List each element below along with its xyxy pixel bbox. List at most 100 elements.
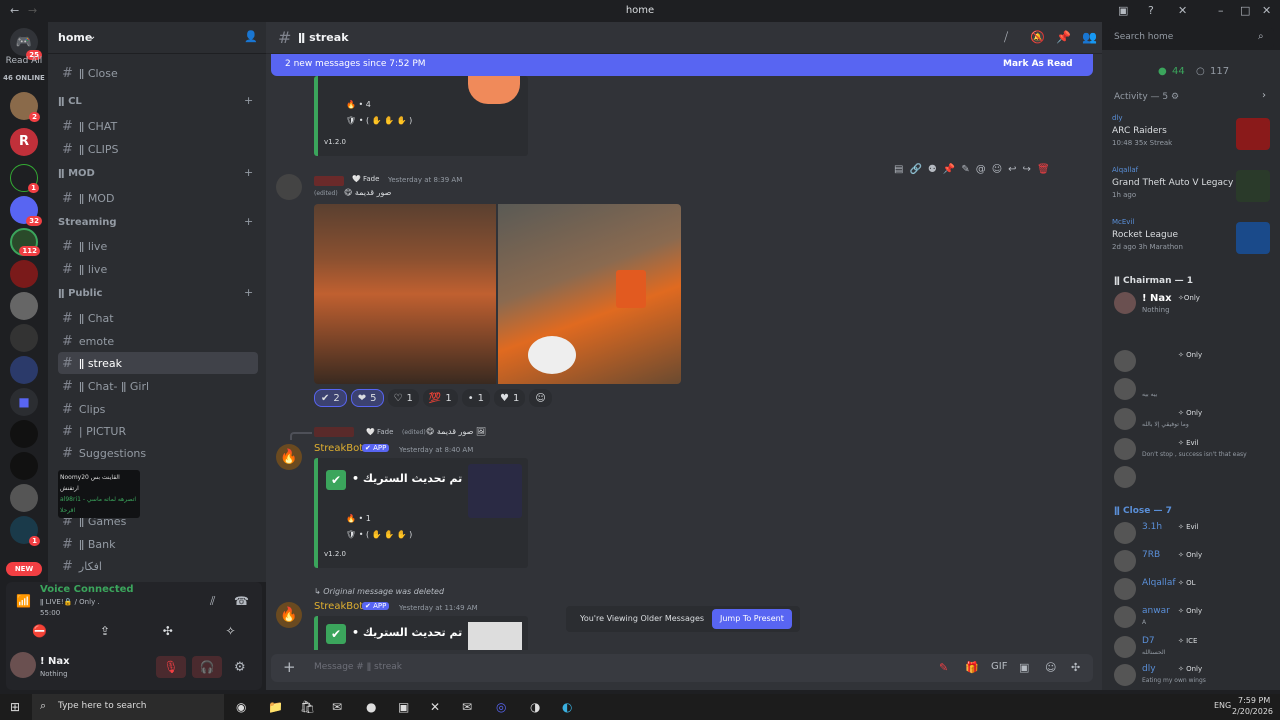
server-icon[interactable] [10,260,38,288]
noise-suppression-icon[interactable]: ⫽ [210,594,215,609]
mark-read-button[interactable]: Mark As Read [1003,59,1073,69]
server-icon[interactable]: R [10,128,38,156]
attachment-image[interactable] [498,204,681,384]
member-row[interactable]: D7 ✧ ICE الحسنالله [1112,634,1274,660]
server-icon[interactable]: 112 [10,228,40,256]
replied-author[interactable] [314,427,354,437]
attachment-image[interactable] [314,204,496,384]
sticker-icon[interactable]: ▣ [1019,661,1029,674]
link-icon[interactable]: 🔗 [909,164,921,182]
search-box[interactable]: Search home ⌕ [1108,28,1274,48]
avatar[interactable] [10,652,36,678]
category-label[interactable]: Streaming [58,217,258,228]
reaction[interactable]: ✔ 2 [314,389,347,407]
tools-icon[interactable]: ✕ [1178,4,1187,17]
discord-icon[interactable]: ◎ [496,700,506,714]
server-header[interactable]: home ⌄ 👤 [48,22,266,54]
gif-icon[interactable]: GIF [991,661,1007,672]
member-row[interactable]: بيه بيه [1112,376,1274,402]
pin-icon[interactable]: 📌 [943,164,955,182]
server-icon[interactable]: 2 [10,92,40,122]
server-icon[interactable] [10,356,38,384]
reaction[interactable]: 💯 1 [422,389,458,407]
app-icon[interactable]: ▣ [398,700,409,714]
reaction[interactable]: • 1 [461,389,490,407]
bot-name[interactable]: StreakBot [314,443,363,454]
direct-messages-icon[interactable]: 🎮 25 [10,28,42,60]
category-label[interactable]: ǁ CL [58,96,258,107]
clock-date[interactable]: 2/20/2026 [1232,707,1273,716]
member-list-icon[interactable]: 👥 [1082,30,1097,44]
member-row[interactable]: 3.1h ✧ Evil [1112,520,1274,546]
add-attachment-icon[interactable]: + [283,658,296,676]
server-icon[interactable] [10,452,38,480]
apps-icon[interactable]: ✣ [1071,661,1080,674]
member-row[interactable]: ✧ Evil Don't stop , success isn't that ea… [1112,436,1274,462]
help-icon[interactable]: ? [1148,4,1154,17]
folder-icon[interactable]: ■ [10,388,38,416]
disconnect-icon[interactable]: ☎ [234,594,249,608]
add-channel-icon[interactable]: + [244,286,253,299]
clock-time[interactable]: 7:59 PM [1238,696,1270,705]
channel-item[interactable]: # ǁ CLIPS [58,138,258,160]
voice-status[interactable]: Voice Connected [40,584,134,595]
add-member-icon[interactable]: 👤 [244,30,258,43]
jump-to-present-button[interactable]: Jump To Present [712,609,792,629]
app-icon[interactable]: ● [366,700,376,714]
member-row[interactable]: ✧ Only وما توفيقي إلا بالله [1112,406,1274,432]
language-indicator[interactable]: ENG [1214,701,1231,710]
reaction[interactable]: ❤ 5 [350,389,384,407]
channel-item[interactable]: # ǁ Chat [58,307,258,329]
server-icon[interactable]: 32 [10,196,42,226]
reply-icon[interactable]: ↩ [1008,164,1016,182]
server-icon[interactable] [10,420,38,448]
bot-avatar[interactable]: 🔥 [276,602,302,628]
mail-icon[interactable]: ✉ [332,700,342,714]
channel-item[interactable]: # | PICTUR [58,420,258,442]
app-icon[interactable]: ✉ [462,700,472,714]
app-icon[interactable]: ◑ [530,700,540,714]
activity-card[interactable]: Alqallaf Grand Theft Auto V Legacy 1h ago [1112,166,1274,210]
screen-share-icon[interactable]: ⇪ [100,624,110,638]
translate-icon[interactable]: ⚉ [928,164,937,182]
category-label[interactable]: ǁ Public [58,288,258,299]
delete-icon[interactable]: 🗑 [1037,164,1050,182]
app-icon[interactable]: ▤ [894,164,903,182]
mic-off-icon[interactable]: ✎ [939,661,948,674]
server-icon[interactable] [10,292,38,320]
channel-item[interactable]: # ǁ live [58,258,258,280]
reaction[interactable]: ♥ 1 [493,389,526,407]
member-row[interactable]: 7RB ✧ Only [1112,548,1274,574]
channel-item[interactable]: # ǁ live [58,235,258,257]
member-row[interactable]: Alqallaf ✧ OL [1112,576,1274,602]
edge-icon[interactable]: ◐ [562,700,572,714]
soundboard-icon[interactable]: ✧ [226,624,236,638]
forward-icon[interactable]: ↪ [1023,164,1031,182]
member-row[interactable] [1112,464,1274,490]
emoji-icon[interactable]: ☺ [992,164,1002,182]
category-label[interactable]: ǁ MOD [58,168,258,179]
file-explorer-icon[interactable]: 📁 [268,700,283,714]
channel-item[interactable]: # ǁ MOD [58,187,258,209]
add-reaction-icon[interactable]: ☺ [529,389,552,407]
voice-channel[interactable]: ǁ LIVE!🔒 / Only . [40,598,100,606]
add-channel-icon[interactable]: + [244,94,253,107]
maximize-icon[interactable]: □ [1240,4,1250,17]
mention-icon[interactable]: @ [976,164,986,182]
inbox-icon[interactable]: ▣ [1118,4,1128,17]
author-name[interactable] [314,176,344,186]
user-name[interactable]: ! Nax [40,656,70,667]
new-messages-banner[interactable]: 2 new messages since 7:52 PM Mark As Rea… [271,54,1093,76]
member-row[interactable]: dly ✧ Only Eating my own wings [1112,662,1274,688]
channel-item[interactable]: # ǁ CHAT [58,115,258,137]
member-row[interactable]: ! Nax ✧Only Nothing [1112,290,1274,318]
channel-item[interactable]: # Suggestions [58,442,258,464]
gear-icon[interactable]: ⚙ [234,660,246,675]
add-channel-icon[interactable]: + [244,166,253,179]
server-icon[interactable] [10,324,38,352]
taskbar-search[interactable]: ⌕ Type here to search [32,694,224,720]
add-channel-icon[interactable]: + [244,215,253,228]
store-icon[interactable]: 🛍 [300,700,315,714]
activity-card[interactable]: dly ARC Raiders 10:48 35x Streak [1112,114,1274,158]
server-icon[interactable]: 1 [10,164,39,193]
